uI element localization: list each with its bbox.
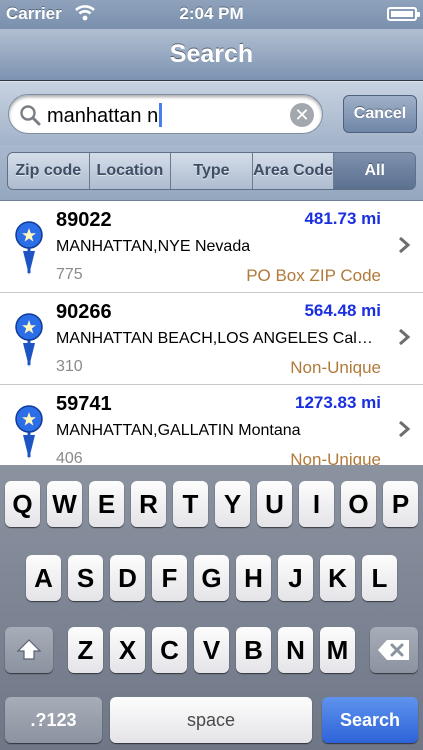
key-f[interactable]: F (152, 555, 187, 601)
space-key[interactable]: space (110, 697, 312, 743)
segment-location[interactable]: Location (89, 153, 172, 189)
key-e[interactable]: E (89, 481, 124, 527)
area-code: 310 (56, 358, 83, 375)
key-w[interactable]: W (47, 481, 82, 527)
shift-key[interactable] (5, 627, 53, 673)
zip-type: PO Box ZIP Code (246, 266, 381, 285)
key-b[interactable]: B (236, 627, 271, 673)
map-pin-icon (15, 313, 43, 367)
key-t[interactable]: T (173, 481, 208, 527)
key-z[interactable]: Z (68, 627, 103, 673)
zip-code: 90266 (56, 301, 112, 323)
key-v[interactable]: V (194, 627, 229, 673)
key-o[interactable]: O (341, 481, 376, 527)
key-m[interactable]: M (320, 627, 355, 673)
search-icon (20, 105, 41, 126)
zip-code: 59741 (56, 393, 112, 415)
key-p[interactable]: P (383, 481, 418, 527)
chevron-right-icon (399, 328, 411, 346)
page-title: Search (169, 40, 254, 68)
segment-all[interactable]: All (334, 153, 415, 189)
segment-zip-code[interactable]: Zip code (8, 153, 90, 189)
map-pin-icon (15, 405, 43, 459)
chevron-right-icon (399, 236, 411, 254)
search-bar: manhattan n ✕ Cancel (0, 81, 423, 145)
key-y[interactable]: Y (215, 481, 250, 527)
area-code: 406 (56, 450, 83, 465)
search-key[interactable]: Search (322, 697, 418, 743)
result-row[interactable]: 89022 481.73 mi MANHATTAN,NYE Nevada 775… (0, 201, 423, 293)
location-name: MANHATTAN,NYE Nevada (56, 238, 251, 255)
filter-bar: Zip code Location Type Area Code All (0, 145, 423, 201)
shift-icon (16, 639, 42, 660)
result-row[interactable]: 90266 564.48 mi MANHATTAN BEACH,LOS ANGE… (0, 293, 423, 385)
numbers-key[interactable]: .?123 (5, 697, 102, 743)
key-h[interactable]: H (236, 555, 271, 601)
key-j[interactable]: J (278, 555, 313, 601)
clear-icon[interactable]: ✕ (290, 103, 314, 127)
key-k[interactable]: K (320, 555, 355, 601)
key-a[interactable]: A (26, 555, 61, 601)
backspace-key[interactable] (370, 627, 418, 673)
distance: 481.73 mi (304, 209, 381, 228)
chevron-right-icon (399, 420, 411, 438)
result-row[interactable]: 59741 1273.83 mi MANHATTAN,GALLATIN Mont… (0, 385, 423, 465)
key-u[interactable]: U (257, 481, 292, 527)
key-c[interactable]: C (152, 627, 187, 673)
filter-segmented-control: Zip code Location Type Area Code All (7, 152, 416, 190)
area-code: 775 (56, 266, 83, 283)
distance: 1273.83 mi (294, 393, 381, 412)
key-i[interactable]: I (299, 481, 334, 527)
map-pin-icon (15, 221, 43, 275)
backspace-icon (378, 640, 409, 660)
status-time: 2:04 PM (179, 4, 244, 23)
zip-code: 89022 (56, 209, 112, 231)
search-query-text: manhattan n (47, 103, 163, 128)
battery-icon (387, 7, 420, 21)
key-g[interactable]: G (194, 555, 229, 601)
segment-type[interactable]: Type (171, 153, 253, 189)
distance: 564.48 mi (304, 301, 381, 320)
key-q[interactable]: Q (5, 481, 40, 527)
key-r[interactable]: R (131, 481, 166, 527)
key-n[interactable]: N (278, 627, 313, 673)
zip-type: Non-Unique (290, 450, 381, 465)
key-d[interactable]: D (110, 555, 145, 601)
results-list: 89022 481.73 mi MANHATTAN,NYE Nevada 775… (0, 201, 423, 465)
segment-area-code[interactable]: Area Code (252, 153, 335, 189)
text-cursor (159, 103, 163, 127)
cancel-button[interactable]: Cancel (343, 95, 417, 133)
location-name: MANHATTAN BEACH,LOS ANGELES California (56, 330, 374, 347)
key-s[interactable]: S (68, 555, 103, 601)
navigation-bar: Search (0, 29, 423, 81)
status-bar: Carrier 2:04 PM (0, 0, 423, 29)
search-input[interactable]: manhattan n ✕ (8, 94, 323, 134)
location-name: MANHATTAN,GALLATIN Montana (56, 422, 301, 439)
key-l[interactable]: L (362, 555, 397, 601)
zip-type: Non-Unique (290, 358, 381, 377)
keyboard: Q W E R T Y U I O P A S D F G H J K L Z … (0, 465, 423, 750)
key-x[interactable]: X (110, 627, 145, 673)
